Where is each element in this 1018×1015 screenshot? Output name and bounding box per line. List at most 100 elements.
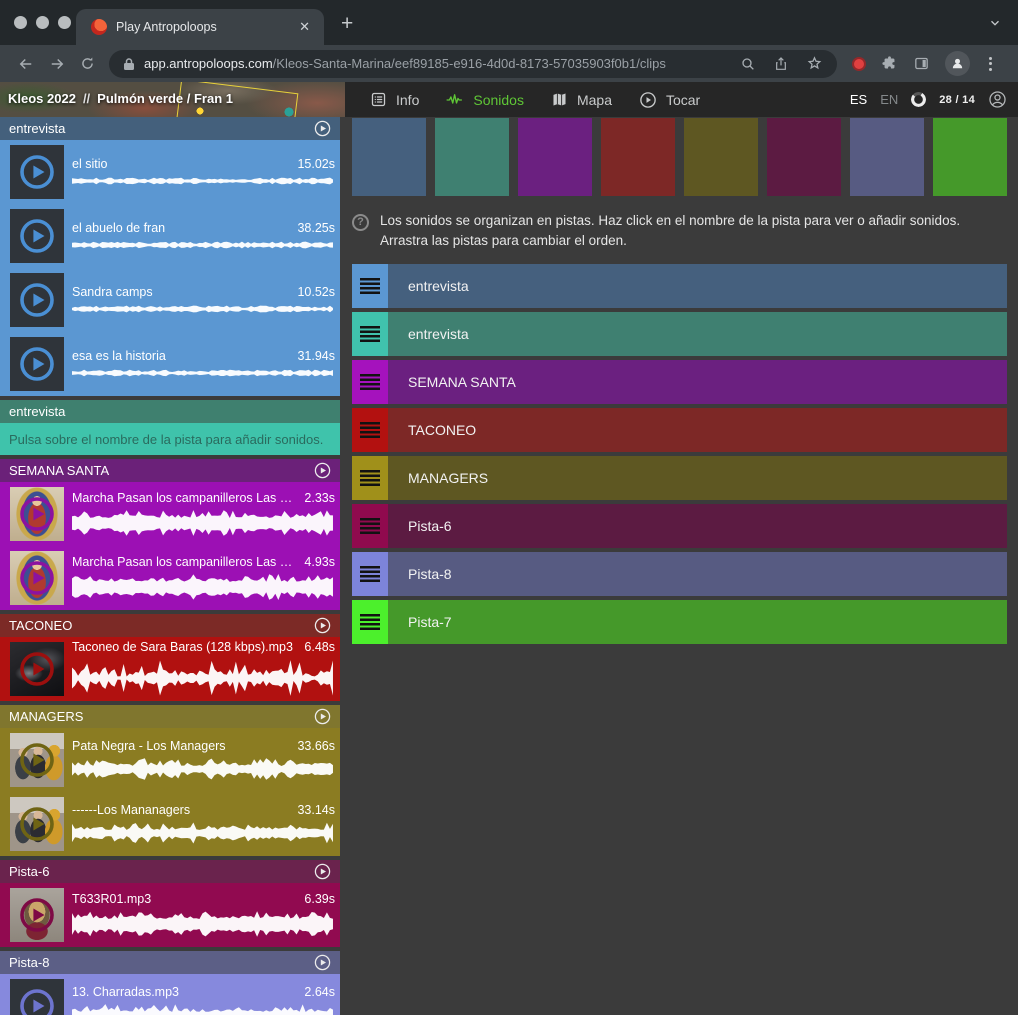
sidebar-track-header[interactable]: entrevista — [0, 117, 340, 140]
track-drag-handle[interactable] — [352, 504, 388, 548]
window-minimize-button[interactable] — [36, 16, 49, 29]
share-icon[interactable] — [773, 56, 789, 72]
clip-waveform — [72, 910, 335, 938]
language-en-button[interactable]: EN — [880, 92, 898, 107]
clip-duration: 2.33s — [304, 491, 335, 505]
track-swatch — [352, 118, 426, 196]
audio-clip[interactable]: el sitio 15.02s — [0, 140, 340, 204]
clip-play-button[interactable] — [19, 806, 55, 842]
track-row[interactable]: TACONEO — [352, 408, 1007, 452]
track-play-all-button[interactable] — [314, 462, 331, 479]
track-drag-handle[interactable] — [352, 312, 388, 356]
audio-clip[interactable]: Taconeo de Sara Baras (128 kbps).mp3 6.4… — [0, 637, 340, 701]
clip-play-button[interactable] — [19, 560, 55, 596]
window-close-button[interactable] — [14, 16, 27, 29]
address-bar[interactable]: app.antropoloops.com/Kleos-Santa-Marina/… — [109, 50, 837, 78]
new-tab-button[interactable]: + — [341, 13, 353, 34]
language-es-button[interactable]: ES — [850, 92, 867, 107]
track-name-button[interactable]: SEMANA SANTA — [388, 360, 1007, 404]
bookmark-star-icon[interactable] — [806, 55, 823, 72]
tab-close-icon[interactable]: ✕ — [295, 19, 314, 35]
sidebar-track-section: entrevista Pulsa sobre el nombre de la p… — [0, 400, 340, 455]
track-drag-handle[interactable] — [352, 408, 388, 452]
sidebar-track-header[interactable]: TACONEO — [0, 614, 340, 637]
audio-clip[interactable]: 13. Charradas.mp3 2.64s — [0, 974, 340, 1015]
audio-clip[interactable]: T633R01.mp3 6.39s — [0, 883, 340, 947]
track-drag-handle[interactable] — [352, 360, 388, 404]
track-play-all-button[interactable] — [314, 863, 331, 880]
track-row[interactable]: Pista-8 — [352, 552, 1007, 596]
sidebar-track-header[interactable]: SEMANA SANTA — [0, 459, 340, 482]
track-play-all-button[interactable] — [314, 120, 331, 137]
track-label: Pista-7 — [408, 614, 452, 630]
sidebar-track-header[interactable]: MANAGERS — [0, 705, 340, 728]
nav-item-mapa[interactable]: Mapa — [551, 91, 612, 108]
clip-play-button[interactable] — [19, 742, 55, 778]
clip-play-button[interactable] — [19, 988, 55, 1015]
track-row[interactable]: Pista-6 — [352, 504, 1007, 548]
audio-clip[interactable]: esa es la historia 31.94s — [0, 332, 340, 396]
clip-thumbnail — [10, 337, 64, 391]
clip-play-button[interactable] — [19, 218, 55, 254]
audio-clip[interactable]: Sandra camps 10.52s — [0, 268, 340, 332]
clip-play-button[interactable] — [19, 897, 55, 933]
sidebar-track-header[interactable]: entrevista — [0, 400, 340, 423]
recording-extension-icon[interactable] — [852, 57, 866, 71]
track-name-button[interactable]: Pista-8 — [388, 552, 1007, 596]
track-row[interactable]: entrevista — [352, 264, 1007, 308]
clip-play-button[interactable] — [19, 346, 55, 382]
track-name-button[interactable]: TACONEO — [388, 408, 1007, 452]
audio-clip[interactable]: Marcha Pasan los campanilleros Las Mejor… — [0, 482, 340, 546]
track-name-button[interactable]: MANAGERS — [388, 456, 1007, 500]
track-name-button[interactable]: Pista-6 — [388, 504, 1007, 548]
drag-handle-icon — [360, 614, 380, 630]
extensions-puzzle-icon[interactable] — [881, 55, 898, 72]
audio-clip[interactable]: ------Los Mananagers 33.14s — [0, 792, 340, 856]
audio-clip[interactable]: Marcha Pasan los campanilleros Las Mejor… — [0, 546, 340, 610]
zoom-page-icon[interactable] — [740, 56, 756, 72]
audio-clip[interactable]: el abuelo de fran 38.25s — [0, 204, 340, 268]
track-drag-handle[interactable] — [352, 600, 388, 644]
clip-play-button[interactable] — [19, 496, 55, 532]
track-swatch — [684, 118, 758, 196]
account-icon[interactable] — [988, 90, 1007, 109]
track-name-button[interactable]: entrevista — [388, 312, 1007, 356]
forward-button[interactable] — [41, 55, 72, 73]
clip-play-button[interactable] — [19, 154, 55, 190]
track-row[interactable]: MANAGERS — [352, 456, 1007, 500]
track-drag-handle[interactable] — [352, 264, 388, 308]
audio-clip[interactable]: Pata Negra - Los Managers 33.66s — [0, 728, 340, 792]
back-button[interactable] — [10, 55, 41, 73]
breadcrumb-project[interactable]: Kleos 2022 — [8, 91, 76, 106]
window-zoom-button[interactable] — [58, 16, 71, 29]
page-content: entrevista el sitio 15.02s — [0, 117, 1018, 1015]
drag-handle-icon — [360, 470, 380, 486]
clip-thumbnail — [10, 145, 64, 199]
track-row[interactable]: Pista-7 — [352, 600, 1007, 644]
track-play-all-button[interactable] — [314, 617, 331, 634]
sidebar-track-header[interactable]: Pista-6 — [0, 860, 340, 883]
browser-tab[interactable]: Play Antropoloops ✕ — [76, 9, 324, 45]
nav-item-tocar[interactable]: Tocar — [639, 91, 700, 109]
track-drag-handle[interactable] — [352, 552, 388, 596]
nav-item-sonidos[interactable]: Sonidos — [446, 91, 524, 109]
sidebar-track-header[interactable]: Pista-8 — [0, 951, 340, 974]
tab-search-chevron-icon[interactable] — [988, 16, 1002, 30]
window-controls[interactable] — [14, 16, 71, 29]
side-panel-icon[interactable] — [913, 55, 930, 72]
clip-play-button[interactable] — [19, 651, 55, 687]
sidebar-track-clips: el sitio 15.02s el abuelo de fran — [0, 140, 340, 396]
clip-play-button[interactable] — [19, 282, 55, 318]
profile-avatar[interactable] — [945, 51, 970, 76]
nav-item-info[interactable]: Info — [370, 91, 419, 108]
track-play-all-button[interactable] — [314, 954, 331, 971]
track-name-button[interactable]: Pista-7 — [388, 600, 1007, 644]
browser-menu-icon[interactable] — [985, 57, 996, 71]
track-row[interactable]: entrevista — [352, 312, 1007, 356]
track-play-all-button[interactable] — [314, 708, 331, 725]
track-drag-handle[interactable] — [352, 456, 388, 500]
reload-button[interactable] — [72, 55, 103, 72]
track-row[interactable]: SEMANA SANTA — [352, 360, 1007, 404]
breadcrumb-track[interactable]: Pulmón verde / Fran 1 — [97, 91, 233, 106]
track-name-button[interactable]: entrevista — [388, 264, 1007, 308]
